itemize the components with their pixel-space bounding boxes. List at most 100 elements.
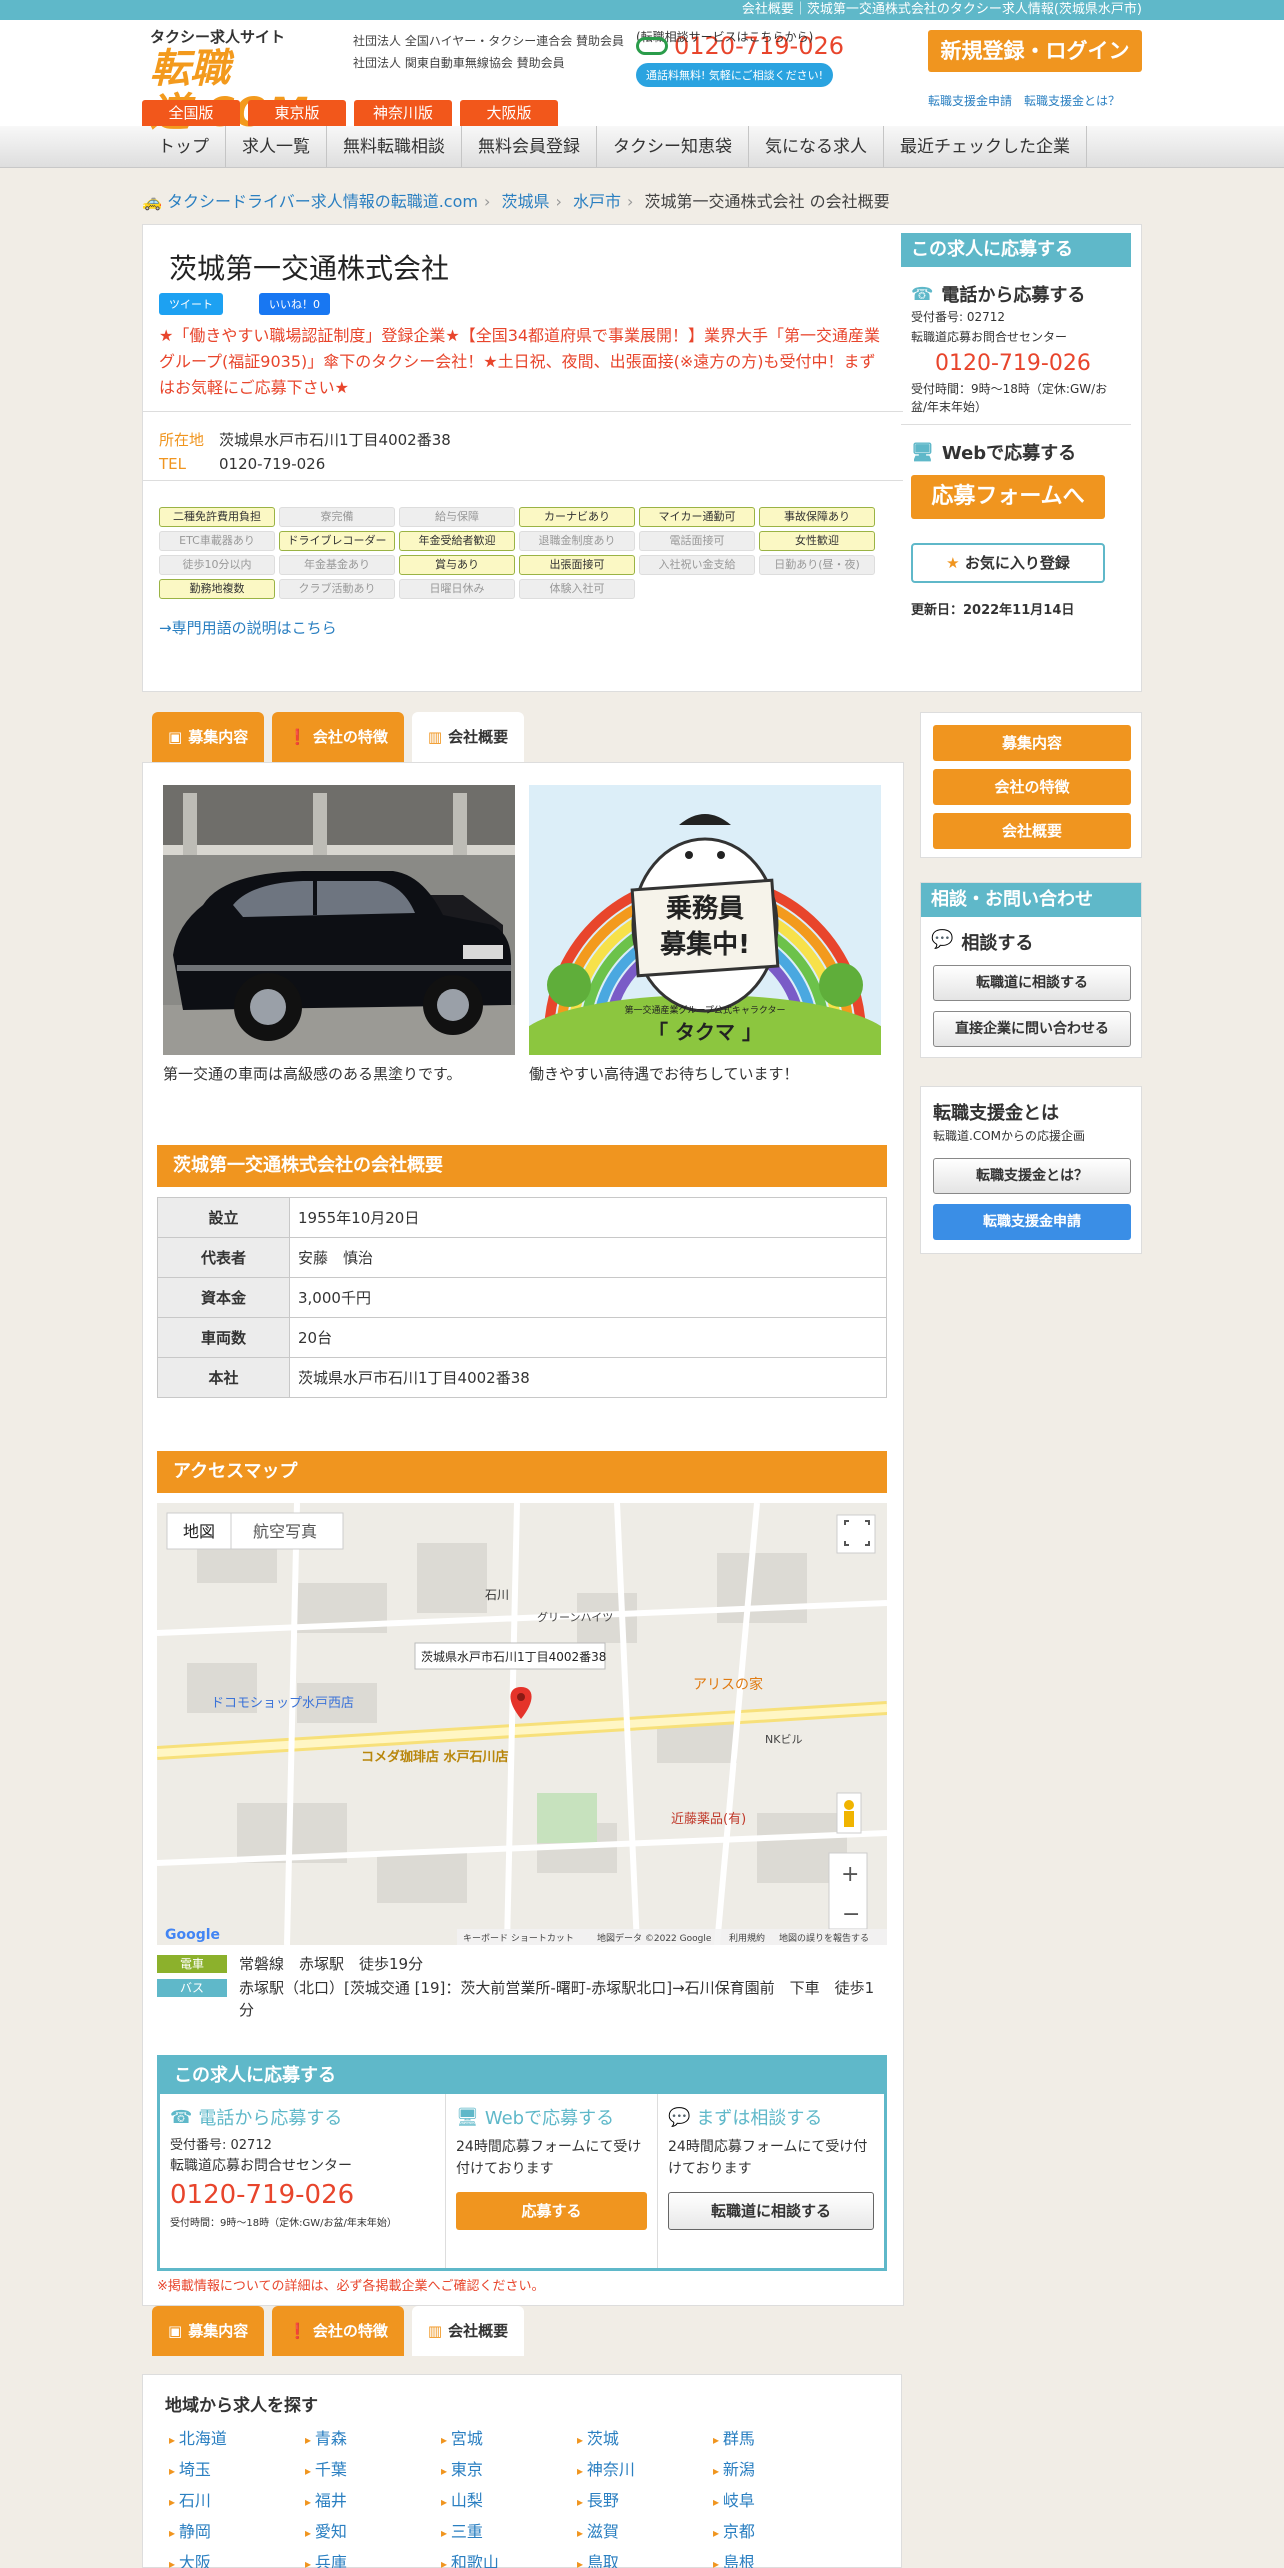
support-about-button[interactable]: 転職支援金とは？ [933,1158,1131,1194]
association-line: 社団法人 全国ハイヤー・タクシー連合会 賛助会員 [353,34,625,48]
breadcrumb-link[interactable]: タクシードライバー求人情報の転職道.com [167,192,478,211]
region-tab[interactable]: 大阪版 [460,100,558,126]
prefecture-link[interactable]: 青森 [305,2424,441,2455]
tab-recruit[interactable]: ▣ 募集内容 [152,712,265,762]
train-label: 電車 [157,1955,227,1973]
feature-tag: 寮完備 [279,507,395,527]
prefecture-link[interactable]: 群馬 [713,2424,849,2455]
breadcrumb-link[interactable]: 茨城県 [501,192,549,211]
nav-item[interactable]: 気になる求人 [749,126,884,167]
table-row: 資本金 3,000千円 [157,1277,887,1318]
like-button[interactable]: いいね！0 [259,293,330,315]
apply-sidebar-header: この求人に応募する [901,233,1131,267]
zoom-out-icon: − [842,1902,860,1927]
chat-icon: 💬 [931,929,954,950]
tweet-button[interactable]: ツイート [159,293,223,315]
prefecture-link[interactable]: 兵庫 [305,2548,441,2568]
social-buttons: ツイート いいね！0 [159,293,330,315]
zoom-in-icon: + [841,1862,859,1887]
feature-tag: 徒歩10分以内 [159,555,275,575]
prefecture-link[interactable]: 福井 [305,2486,441,2517]
info-icon: ❗ [288,728,307,746]
support-apply-button[interactable]: 転職支援金申請 [933,1204,1131,1240]
prefecture-link[interactable]: 鳥取 [577,2548,713,2568]
right-nav-overview[interactable]: 会社概要 [933,813,1131,849]
tab-features[interactable]: ❗ 会社の特徴 [272,712,404,762]
consult-tenshokudo-button[interactable]: 転職道に相談する [933,965,1131,1001]
bus-info: 赤塚駅（北口）[茨城交通 [19]：茨大前営業所-曙町-赤塚駅北口]→石川保育園… [239,1979,875,2019]
prefecture-link[interactable]: 三重 [441,2517,577,2548]
prefecture-link[interactable]: 大阪 [169,2548,305,2568]
tab-overview[interactable]: ▥ 会社概要 [411,712,525,762]
brand-text: 第一交通産業グループ公式キャラクター [624,1004,785,1016]
prefecture-link[interactable]: 山梨 [441,2486,577,2517]
prefecture-link[interactable]: 宮城 [441,2424,577,2455]
overview-key: 資本金 [157,1277,290,1318]
apply-button[interactable]: 応募する [456,2192,647,2230]
reception-hours: 受付時間：9時～18時（定休:GW/お盆/年末年始） [170,2218,397,2229]
region-tab[interactable]: 東京版 [248,100,346,126]
free-dial-icon [636,37,668,55]
prefecture-link[interactable]: 島根 [713,2548,849,2568]
prefecture-link[interactable]: 新潟 [713,2455,849,2486]
prefecture-link[interactable]: 石川 [169,2486,305,2517]
access-info: 電車 常磐線 赤塚駅 徒歩19分 バス 赤塚駅（北口）[茨城交通 [19]：茨大前営… [157,1953,887,2023]
prefecture-link[interactable]: 東京 [441,2455,577,2486]
nav-item[interactable]: 最近チェックした企業 [884,126,1087,167]
nav-item[interactable]: 無料転職相談 [327,126,462,167]
register-login-button[interactable]: 新規登録・ログイン [928,30,1142,72]
apply-phone-column: ☎ 電話から応募する 受付番号: 02712 転職道応募お問合せセンター 0120-… [160,2094,446,2268]
tab-features[interactable]: ❗ 会社の特徴 [272,2306,404,2356]
right-nav-features[interactable]: 会社の特徴 [933,769,1131,805]
favorite-button[interactable]: ★ お気に入り登録 [911,543,1105,583]
region-tab[interactable]: 全国版 [142,100,240,126]
table-row: 代表者 安藤 慎治 [157,1237,887,1278]
nav-item[interactable]: タクシー知恵袋 [597,126,749,167]
consult-button[interactable]: 転職道に相談する [668,2192,874,2230]
contact-company-button[interactable]: 直接企業に問い合わせる [933,1011,1131,1047]
feature-tag: 入社祝い金支給 [639,555,755,575]
prefecture-link[interactable]: 北海道 [169,2424,305,2455]
feature-tag: マイカー通勤可 [639,507,755,527]
breadcrumb-link[interactable]: 水戸市 [573,192,621,211]
prefecture-link[interactable]: 静岡 [169,2517,305,2548]
prefecture-link[interactable]: 滋賀 [577,2517,713,2548]
region-tab[interactable]: 神奈川版 [354,100,452,126]
feature-tag: 事故保障あり [759,507,875,527]
prefecture-link[interactable]: 千葉 [305,2455,441,2486]
prefecture-link[interactable]: 茨城 [577,2424,713,2455]
prefecture-link[interactable]: 長野 [577,2486,713,2517]
apply-phone-number[interactable]: 0120-719-026 [170,2180,435,2210]
support-about-link[interactable]: 転職支援金とは？ [1024,94,1120,108]
map-footer-link: 利用規約 [729,1932,765,1944]
prefecture-link[interactable]: 和歌山 [441,2548,577,2568]
map-label: 石川 [485,1588,509,1602]
prefecture-link[interactable]: 埼玉 [169,2455,305,2486]
prefecture-link[interactable]: 京都 [713,2517,849,2548]
prefecture-link[interactable]: 岐阜 [713,2486,849,2517]
access-map[interactable]: 地図 航空写真 石川 茨城県水戸市石川1丁目4002番38 アリスの家 コメダ珈… [157,1503,887,1945]
apply-phone-title: 電話から応募する [198,2108,343,2129]
glossary-link[interactable]: →専門用語の説明はこちら [159,617,337,638]
building-icon: ▥ [427,2322,443,2340]
site-logo[interactable]: タクシー求人サイト 転職道.COM [150,26,330,135]
overview-heading: 茨城第一交通株式会社の会社概要 [157,1145,887,1187]
prefecture-link[interactable]: 愛知 [305,2517,441,2548]
side-phone-number[interactable]: 0120-719-026 [935,351,1121,376]
support-apply-link[interactable]: 転職支援金申請 [928,94,1012,108]
feature-tag: 女性歓迎 [759,531,875,551]
apply-form-button[interactable]: 応募フォームへ [911,475,1105,519]
prefecture-link[interactable]: 神奈川 [577,2455,713,2486]
tab-recruit[interactable]: ▣ 募集内容 [152,2306,265,2356]
feature-tag: 賞与あり [399,555,515,575]
apply-sidebar: この求人に応募する ☎ 電話から応募する 受付番号: 02712 転職道応募お問合… [901,233,1131,618]
support-links: 転職支援金申請 転職支援金とは？ [928,92,1132,109]
header-phone: (転職相談サービスはこちらから) 0120-719-026 通話料無料! 気軽に… [636,28,844,87]
character-illustration: 乗務員 募集中! 第一交通産業グループ公式キャラクター 「 タクマ 」 [529,785,881,1055]
map-tab-map: 地図 [183,1522,215,1541]
tab-overview[interactable]: ▥ 会社概要 [411,2306,525,2356]
nav-item[interactable]: 無料会員登録 [462,126,597,167]
right-nav-recruit[interactable]: 募集内容 [933,725,1131,761]
apply-box: この求人に応募する ☎ 電話から応募する 受付番号: 02712 転職道応募お問合せ… [157,2055,887,2271]
map-footer-link: 地図データ ©2022 Google [597,1932,712,1944]
